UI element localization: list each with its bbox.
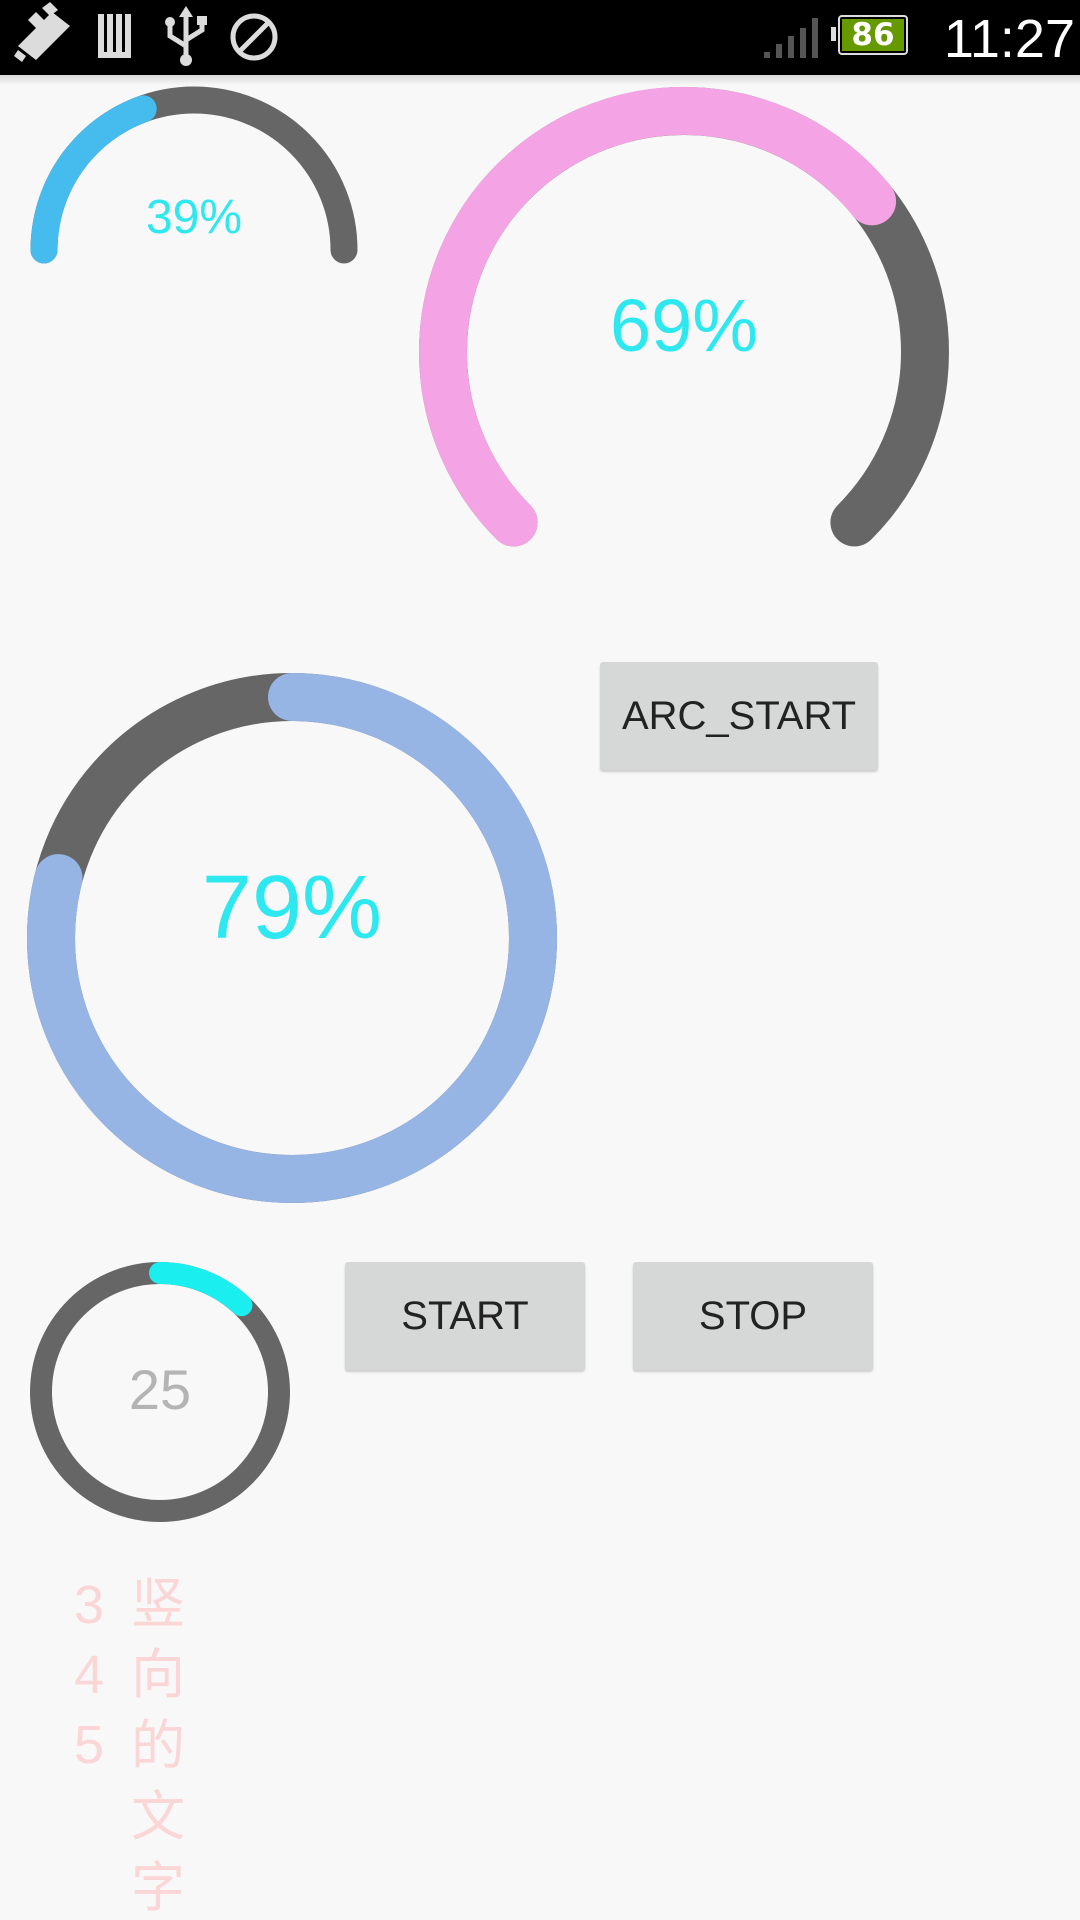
big-ring-percent: 79% (202, 858, 382, 958)
small-ring-value: 25 (129, 1358, 191, 1421)
battery-icon: 86 (831, 15, 908, 55)
big-ring-progress: 79% (27, 673, 557, 1204)
vertical-number: 3 (73, 1575, 105, 1635)
vertical-character: 向 (131, 1643, 185, 1706)
vertical-character: 的 (131, 1714, 185, 1777)
small-arc-progress: 39% (30, 86, 358, 264)
signal-icon (764, 18, 818, 58)
vertical-character: 字 (131, 1856, 185, 1919)
large-arc-percent: 69% (610, 284, 758, 367)
large-arc-progress: 69% (418, 86, 949, 547)
stop-button[interactable]: STOP (633, 1262, 873, 1370)
vertical-character: 竖 (131, 1572, 185, 1635)
app-screen: 86 11:27 39% 69% 79% 25 ARC_START START … (0, 0, 1080, 1920)
small-ring-fill (149, 1262, 253, 1317)
vertical-character: 文 (131, 1785, 185, 1848)
clock: 11:27 (943, 9, 1075, 69)
small-arc-percent: 39% (146, 191, 242, 244)
battery-level: 86 (851, 17, 895, 53)
vertical-number: 5 (73, 1715, 105, 1775)
usb-debug-icon (14, 2, 70, 62)
small-arc-fill (30, 95, 157, 264)
status-bar: 86 11:27 (0, 0, 1080, 75)
usb-icon (165, 6, 207, 66)
vertical-chinese-text: 竖 向 的 文 字 (128, 1568, 188, 1920)
small-ring-progress: 25 (30, 1262, 290, 1523)
vertical-number: 4 (73, 1645, 105, 1705)
no-sim-icon (230, 13, 278, 61)
arc-start-button[interactable]: ARC_START (600, 662, 878, 770)
start-button[interactable]: START (345, 1262, 585, 1370)
vertical-number-text: 3 4 5 (68, 1570, 110, 1780)
storage-icon (98, 14, 131, 58)
